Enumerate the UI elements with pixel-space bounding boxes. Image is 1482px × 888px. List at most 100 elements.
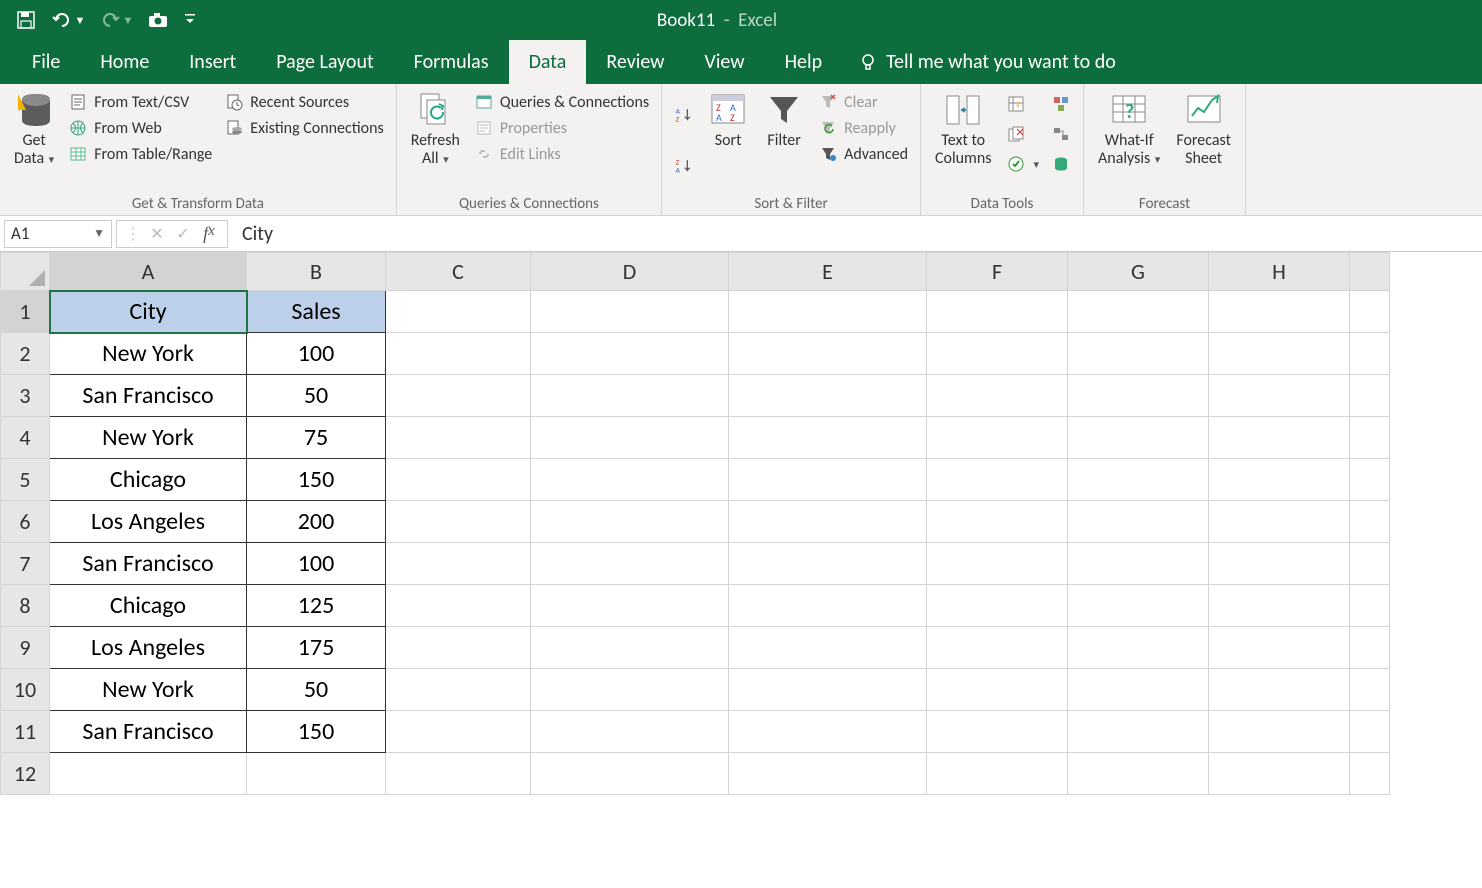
save-button[interactable] <box>12 6 40 34</box>
column-header[interactable]: A <box>50 253 247 291</box>
cell[interactable] <box>1350 333 1390 375</box>
tab-help[interactable]: Help <box>765 40 843 84</box>
cell[interactable]: New York <box>50 669 247 711</box>
cell[interactable] <box>50 753 247 795</box>
cell[interactable] <box>1209 291 1350 333</box>
cell[interactable]: 150 <box>247 459 386 501</box>
cell[interactable] <box>531 669 729 711</box>
cell[interactable] <box>927 333 1068 375</box>
cell[interactable] <box>1068 585 1209 627</box>
filter-button[interactable]: Filter <box>758 88 810 152</box>
tab-data[interactable]: Data <box>509 40 587 84</box>
cell[interactable]: San Francisco <box>50 711 247 753</box>
cell[interactable] <box>927 627 1068 669</box>
cell[interactable]: 150 <box>247 711 386 753</box>
undo-button[interactable]: ▼ <box>48 6 88 34</box>
cell[interactable] <box>1209 627 1350 669</box>
row-header[interactable]: 6 <box>1 501 50 543</box>
cell[interactable] <box>531 375 729 417</box>
tab-insert[interactable]: Insert <box>169 40 256 84</box>
cell[interactable] <box>386 711 531 753</box>
cell[interactable] <box>1209 501 1350 543</box>
cell[interactable] <box>1350 501 1390 543</box>
cell[interactable]: Los Angeles <box>50 627 247 669</box>
tab-page-layout[interactable]: Page Layout <box>256 40 393 84</box>
cell[interactable] <box>1350 291 1390 333</box>
cell[interactable] <box>927 753 1068 795</box>
cell[interactable]: 200 <box>247 501 386 543</box>
row-header[interactable]: 1 <box>1 291 50 333</box>
cell[interactable] <box>1068 375 1209 417</box>
cell[interactable]: New York <box>50 333 247 375</box>
advanced-filter-button[interactable]: Advanced <box>814 142 912 166</box>
cell[interactable] <box>1209 375 1350 417</box>
cell[interactable] <box>386 543 531 585</box>
cell[interactable]: 100 <box>247 333 386 375</box>
cell[interactable] <box>1350 627 1390 669</box>
column-header[interactable]: B <box>247 253 386 291</box>
row-header[interactable]: 5 <box>1 459 50 501</box>
column-header[interactable] <box>1350 253 1390 291</box>
cell[interactable] <box>531 291 729 333</box>
cell[interactable] <box>927 711 1068 753</box>
row-header[interactable]: 3 <box>1 375 50 417</box>
fx-icon[interactable]: fx <box>199 223 219 244</box>
row-header[interactable]: 7 <box>1 543 50 585</box>
cell[interactable] <box>1350 417 1390 459</box>
cell[interactable]: New York <box>50 417 247 459</box>
cell[interactable] <box>729 417 927 459</box>
manage-data-model-button[interactable] <box>1047 152 1075 176</box>
cell[interactable] <box>1350 711 1390 753</box>
cell[interactable] <box>729 627 927 669</box>
cell[interactable] <box>531 333 729 375</box>
row-header[interactable]: 8 <box>1 585 50 627</box>
cell[interactable]: Chicago <box>50 459 247 501</box>
remove-duplicates-button[interactable] <box>1002 122 1044 146</box>
cell[interactable] <box>531 711 729 753</box>
sort-ascending-button[interactable]: AZ <box>670 101 698 129</box>
cell[interactable]: City <box>50 291 247 333</box>
name-box[interactable]: A1 ▼ <box>4 220 112 248</box>
tell-me-search[interactable]: Tell me what you want to do <box>842 40 1132 84</box>
tab-view[interactable]: View <box>684 40 764 84</box>
tab-file[interactable]: File <box>12 40 80 84</box>
sort-button[interactable]: ZAAZ Sort <box>702 88 754 152</box>
cell[interactable]: Sales <box>247 291 386 333</box>
from-text-csv-button[interactable]: From Text/CSV <box>64 90 216 114</box>
cell[interactable] <box>386 459 531 501</box>
cell[interactable] <box>1068 669 1209 711</box>
cell[interactable] <box>386 753 531 795</box>
column-header[interactable]: F <box>927 253 1068 291</box>
camera-button[interactable] <box>144 6 172 34</box>
cell[interactable] <box>386 291 531 333</box>
tab-review[interactable]: Review <box>586 40 684 84</box>
cell[interactable] <box>386 333 531 375</box>
cell[interactable] <box>1209 669 1350 711</box>
column-header[interactable]: H <box>1209 253 1350 291</box>
cell[interactable] <box>1068 291 1209 333</box>
column-header[interactable]: D <box>531 253 729 291</box>
row-header[interactable]: 4 <box>1 417 50 459</box>
cell[interactable] <box>531 459 729 501</box>
spreadsheet-grid[interactable]: ABCDEFGH1CitySales2New York1003San Franc… <box>0 252 1482 795</box>
cell[interactable] <box>927 291 1068 333</box>
cell[interactable] <box>531 753 729 795</box>
flash-fill-button[interactable] <box>1002 92 1044 116</box>
tab-formulas[interactable]: Formulas <box>394 40 509 84</box>
customize-qat-button[interactable] <box>180 6 200 34</box>
cell[interactable] <box>1209 711 1350 753</box>
cell[interactable] <box>927 669 1068 711</box>
formula-input[interactable]: City <box>232 220 1482 248</box>
row-header[interactable]: 12 <box>1 753 50 795</box>
existing-connections-button[interactable]: Existing Connections <box>220 116 387 140</box>
column-header[interactable]: C <box>386 253 531 291</box>
queries-connections-button[interactable]: Queries & Connections <box>470 90 653 114</box>
cell[interactable] <box>1350 459 1390 501</box>
cell[interactable] <box>386 501 531 543</box>
cell[interactable] <box>1068 711 1209 753</box>
column-header[interactable]: E <box>729 253 927 291</box>
cell[interactable] <box>729 669 927 711</box>
cell[interactable]: 50 <box>247 375 386 417</box>
cell[interactable] <box>531 627 729 669</box>
cell[interactable] <box>1068 627 1209 669</box>
